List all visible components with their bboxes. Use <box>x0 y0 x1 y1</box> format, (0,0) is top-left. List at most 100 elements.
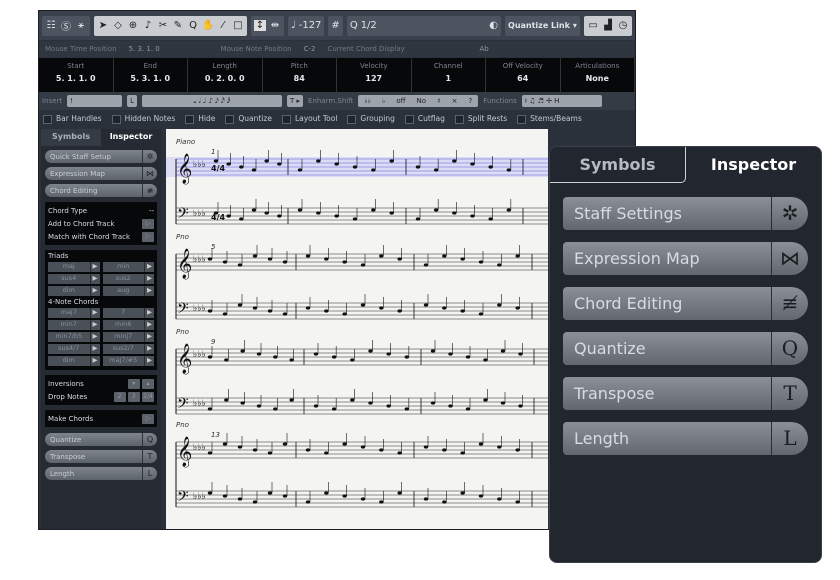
chord-maj-button[interactable]: maj ▶ <box>48 262 100 272</box>
length-button[interactable]: Length L <box>45 467 157 480</box>
quantize-tool-icon[interactable]: Q <box>187 20 199 31</box>
window-icon[interactable]: ▭ <box>587 20 599 31</box>
chord-sus4-7-button[interactable]: sus4/7 ▶ <box>48 344 100 354</box>
up-down-icon[interactable]: ↕ <box>254 20 266 31</box>
drop-2-button[interactable]: 2 <box>113 391 126 402</box>
tab-symbols-large[interactable]: Symbols <box>550 147 686 183</box>
drop-3-button[interactable]: 3 <box>127 391 140 402</box>
add-chord-track-button[interactable]: ▷ <box>142 218 154 229</box>
tab-inspector-large[interactable]: Inspector <box>686 147 821 183</box>
enharm-off[interactable]: off <box>396 97 405 105</box>
grid-button[interactable]: # <box>328 15 343 36</box>
clock-icon[interactable]: ◷ <box>617 20 629 31</box>
eraser-tool-icon[interactable]: ◇ <box>112 20 124 31</box>
tab-inspector[interactable]: Inspector <box>101 129 161 146</box>
chord-min7-button[interactable]: min7 ▶ <box>48 320 100 330</box>
drop-24-button[interactable]: 2/4 <box>142 391 154 402</box>
score-svg[interactable]: Piano1𝄞 ♭♭♭ 4/4𝄢 ♭♭♭ 4/4Pno5𝄞 ♭♭♭𝄢 ♭♭♭Pno9𝄞 ♭♭♭… <box>166 129 548 529</box>
checkbox-hidden-notes[interactable]: Hidden Notes <box>111 114 175 124</box>
chord-editing-button[interactable]: Chord Editing ≢ <box>563 287 808 320</box>
split-icon[interactable]: ⇹ <box>269 20 281 31</box>
checkbox-cutflag[interactable]: Cutflag <box>404 114 445 124</box>
staff-settings-button[interactable]: Staff Settings ✲ <box>563 197 808 230</box>
checkbox-bar-handles[interactable]: Bar Handles <box>43 114 102 124</box>
info-channel[interactable]: Channel 1 <box>412 58 486 92</box>
inversion-up-button[interactable]: ▴ <box>142 378 154 389</box>
quantize-button[interactable]: Quantize Q <box>45 433 157 446</box>
checkbox-split-rests[interactable]: Split Rests <box>454 114 507 124</box>
checkbox-box[interactable] <box>517 114 527 124</box>
expression-map-button[interactable]: Expression Map ⋈ <box>45 167 157 180</box>
note-values[interactable]: 𝅝 𝅗𝅥 ♩ ♪ 𝅘𝅥𝅯 𝅘𝅥𝅰 𝅘𝅥𝅱 <box>141 95 282 107</box>
chord-dim-button[interactable]: dim ▶ <box>48 356 100 366</box>
chord-7-button[interactable]: 7 ▶ <box>102 308 154 318</box>
quick-staff-setup-button[interactable]: Quick Staff Setup ✲ <box>45 150 157 163</box>
double-flat-icon[interactable]: ♭♭ <box>364 97 371 105</box>
zoom-tool-icon[interactable]: ⊕ <box>127 20 139 31</box>
info-articulations[interactable]: Articulations None <box>561 58 635 92</box>
checkbox-box[interactable] <box>281 114 291 124</box>
checkbox-box[interactable] <box>454 114 464 124</box>
double-sharp-icon[interactable]: × <box>452 97 458 105</box>
flat-icon[interactable]: ♭ <box>382 97 385 105</box>
info-start[interactable]: Start 5. 1. 1. 0 <box>39 58 114 92</box>
layout-tool-icon[interactable]: □ <box>232 20 244 31</box>
enharm-buttons[interactable]: ♭♭ ♭ off No ♯ ×? <box>358 95 479 107</box>
draw-tool-icon[interactable]: ⁄ <box>217 20 229 31</box>
quantize-select[interactable]: Q 1/2 ◐ <box>346 15 502 36</box>
chord-min-button[interactable]: min ▶ <box>102 262 154 272</box>
checkbox-grouping[interactable]: Grouping <box>347 114 395 124</box>
transpose-button[interactable]: Transpose T <box>45 450 157 463</box>
insert-field[interactable]: ! <box>67 95 123 107</box>
functions-buttons[interactable]: 𝄽 ♫ ♬ ✢ H <box>521 95 602 107</box>
chord-editing-button[interactable]: Chord Editing ≢ <box>45 184 157 197</box>
tuplet-button[interactable]: T ▸ <box>286 95 303 107</box>
tab-symbols[interactable]: Symbols <box>41 129 101 146</box>
list-icon[interactable]: ☷ <box>45 20 57 31</box>
note-tool-icon[interactable]: ♪ <box>142 20 154 31</box>
chord-sus2-button[interactable]: sus2 ▶ <box>102 274 154 284</box>
expression-map-button[interactable]: Expression Map ⋈ <box>563 242 808 275</box>
length-button[interactable]: Length L <box>563 422 808 455</box>
chord-sus4-button[interactable]: sus4 ▶ <box>48 274 100 284</box>
chord-sus2-7-button[interactable]: sus2/7 ▶ <box>102 344 154 354</box>
chord-maj7-button[interactable]: maj7 ▶ <box>48 308 100 318</box>
info-length[interactable]: Length 0. 2. 0. 0 <box>188 58 263 92</box>
info-off-velocity[interactable]: Off Velocity 64 <box>486 58 561 92</box>
checkbox-hide[interactable]: Hide <box>185 114 215 124</box>
checkbox-layout-tool[interactable]: Layout Tool <box>281 114 337 124</box>
checkbox-box[interactable] <box>43 114 52 124</box>
enharm-no[interactable]: No <box>417 97 427 105</box>
hand-tool-icon[interactable]: ✋ <box>202 20 214 31</box>
chord-minj7-button[interactable]: minj7 ▶ <box>102 332 154 342</box>
chord-min7-b5-button[interactable]: min7/b5 ▶ <box>48 332 100 342</box>
checkbox-box[interactable] <box>404 114 414 124</box>
inversion-down-button[interactable]: ▾ <box>127 378 140 389</box>
chord-min6-button[interactable]: min6 ▶ <box>102 320 154 330</box>
bars-icon[interactable]: ▟ <box>602 20 614 31</box>
checkbox-box[interactable] <box>111 114 121 124</box>
checkbox-box[interactable] <box>225 114 235 124</box>
arrow-tool-icon[interactable]: ➤ <box>97 20 109 31</box>
chord-dim-button[interactable]: dim ▶ <box>48 286 100 296</box>
quantize-link-select[interactable]: Quantize Link ▾ <box>505 15 580 36</box>
velocity-field[interactable]: ♩ -127 <box>288 15 325 36</box>
checkbox-stems-beams[interactable]: Stems/Beams <box>517 114 582 124</box>
checkbox-box[interactable] <box>185 114 195 124</box>
chord-aug-button[interactable]: aug ▶ <box>102 286 154 296</box>
match-chord-track-button[interactable]: ▷ <box>142 231 154 242</box>
info-velocity[interactable]: Velocity 127 <box>337 58 412 92</box>
autoscroll-icon[interactable]: ⚹ <box>75 20 87 31</box>
scissors-icon[interactable]: ✂ <box>157 20 169 31</box>
chord-maj7-5-button[interactable]: maj7/#5 ▶ <box>102 356 154 366</box>
sharp-icon[interactable]: ♯ <box>437 97 440 105</box>
pencil-icon[interactable]: ✎ <box>172 20 184 31</box>
info-end[interactable]: End 5. 3. 1. 0 <box>114 58 188 92</box>
quantize-button[interactable]: Quantize Q <box>563 332 808 365</box>
checkbox-box[interactable] <box>347 114 357 124</box>
question-icon[interactable]: ? <box>469 97 473 105</box>
info-pitch[interactable]: Pitch 84 <box>263 58 337 92</box>
solo-icon[interactable]: Ⓢ <box>60 18 72 33</box>
transpose-button[interactable]: Transpose T <box>563 377 808 410</box>
checkbox-quantize[interactable]: Quantize <box>225 114 272 124</box>
